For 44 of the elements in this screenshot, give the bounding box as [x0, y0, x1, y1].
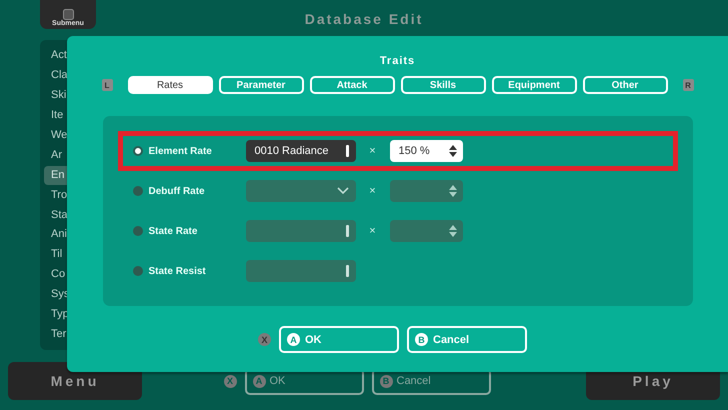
radio-button[interactable] — [132, 186, 142, 196]
spinner-arrows-icon — [448, 225, 456, 237]
tab[interactable]: Equipment — [492, 76, 576, 94]
trait-label: Element Rate — [148, 146, 213, 156]
tab[interactable]: Rates — [128, 76, 212, 94]
key-badge: R — [682, 79, 694, 91]
radio-button[interactable] — [132, 226, 142, 236]
times-sign: × — [368, 185, 377, 197]
radio-button[interactable] — [132, 146, 142, 156]
tab[interactable]: Other — [582, 76, 668, 94]
picker-field[interactable]: 0010 Radiance — [246, 140, 356, 162]
key-badge: A — [287, 333, 300, 346]
key-badge: X — [224, 374, 236, 388]
trait-label: State Rate — [148, 226, 198, 236]
key-badge: B — [415, 333, 428, 346]
key-badge: B — [380, 374, 392, 388]
controller-button-icon — [62, 9, 74, 20]
chevron-down-icon — [336, 187, 348, 195]
trait-label: State Resist — [148, 266, 207, 276]
screen-title: Database Edit — [304, 10, 424, 27]
dialog-button[interactable]: B Cancel — [407, 326, 527, 353]
radio-button[interactable] — [132, 266, 142, 276]
spinner-arrows-icon — [448, 145, 456, 157]
dialog-button[interactable]: A OK — [279, 326, 399, 353]
dropdown-field[interactable] — [246, 180, 356, 202]
dialog-title: Traits — [380, 55, 416, 67]
tab[interactable]: Attack — [310, 76, 394, 94]
spin-field[interactable]: 150 % — [390, 140, 462, 162]
picker-field[interactable] — [246, 220, 356, 242]
handle-icon — [346, 225, 348, 237]
spin-field[interactable] — [390, 180, 462, 202]
key-badge: X — [258, 333, 271, 346]
spinner-arrows-icon — [448, 185, 456, 197]
handle-icon — [346, 145, 348, 157]
handle-icon — [346, 265, 348, 277]
spin-field[interactable] — [390, 220, 462, 242]
key-badge: L — [102, 79, 112, 91]
picker-field[interactable] — [246, 260, 356, 282]
key-badge: A — [252, 374, 266, 388]
times-sign: × — [368, 225, 377, 237]
trait-label: Debuff Rate — [148, 186, 206, 196]
tab[interactable]: Parameter — [218, 76, 304, 94]
tab[interactable]: Skills — [400, 76, 486, 94]
times-sign: × — [368, 145, 377, 157]
